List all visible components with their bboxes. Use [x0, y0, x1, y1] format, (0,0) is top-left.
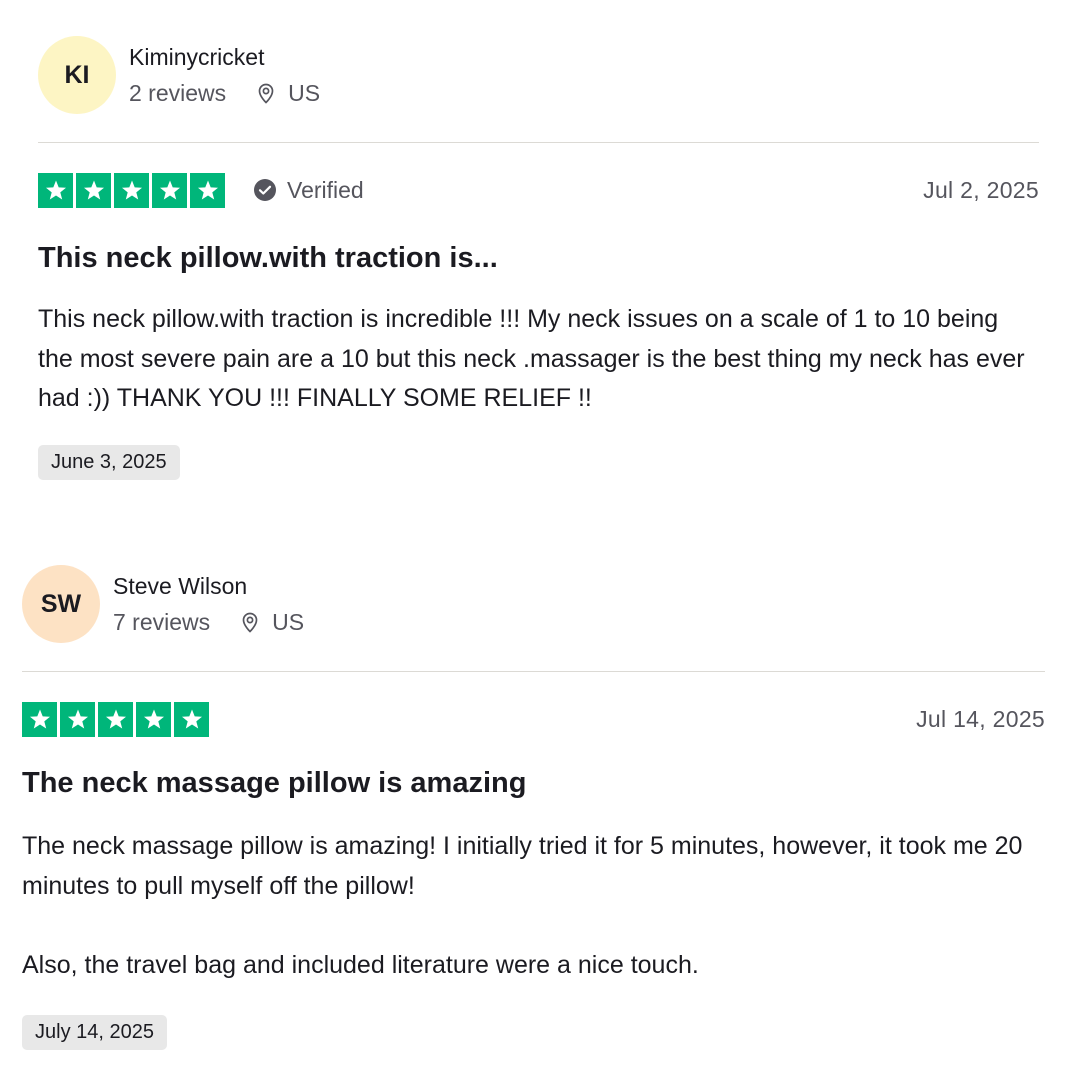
- star-icon: [136, 701, 171, 737]
- reviewer-header[interactable]: SW Steve Wilson 7 reviews US: [22, 565, 1045, 643]
- review-body-paragraph: Also, the travel bag and included litera…: [22, 950, 699, 979]
- reviewer-meta: 7 reviews US: [113, 608, 304, 636]
- avatar[interactable]: KI: [38, 36, 116, 114]
- reviewer-meta: 2 reviews US: [129, 79, 320, 107]
- location-label: US: [288, 80, 321, 106]
- review-body-paragraph: The neck massage pillow is amazing! I in…: [22, 832, 1023, 900]
- divider: [38, 142, 1039, 143]
- review-body-paragraph: This neck pillow.with traction is incred…: [38, 305, 1025, 412]
- star-rating: [38, 172, 225, 208]
- star-icon: [190, 172, 225, 208]
- review-date: Jul 14, 2025: [916, 705, 1045, 732]
- location: US: [254, 79, 320, 107]
- avatar-initials: SW: [40, 589, 82, 618]
- star-icon: [174, 701, 209, 737]
- review-card: SW Steve Wilson 7 reviews US Jul 14, 202…: [22, 565, 1045, 1050]
- review-title[interactable]: This neck pillow.with traction is...: [38, 240, 1039, 276]
- star-icon: [76, 172, 111, 208]
- avatar[interactable]: SW: [22, 565, 100, 643]
- avatar-initials: KI: [64, 60, 90, 89]
- location-pin-icon: [242, 612, 258, 633]
- verified-badge[interactable]: Verified: [253, 177, 364, 204]
- star-icon: [38, 172, 73, 208]
- rating-row: Verified Jul 2, 2025: [38, 172, 1039, 208]
- star-icon: [114, 172, 149, 208]
- rating-left: [22, 701, 209, 737]
- star-icon: [98, 701, 133, 737]
- review-card: KI Kiminycricket 2 reviews US Verified J…: [38, 36, 1039, 480]
- reviewer-header[interactable]: KI Kiminycricket 2 reviews US: [38, 36, 1039, 114]
- reviewer-info: Steve Wilson 7 reviews US: [113, 572, 304, 636]
- experience-date-badge: July 14, 2025: [22, 1015, 167, 1050]
- location-pin-icon: [258, 83, 274, 104]
- review-title[interactable]: The neck massage pillow is amazing: [22, 765, 1045, 801]
- review-date: Jul 2, 2025: [923, 176, 1039, 203]
- star-rating: [22, 701, 209, 737]
- location-label: US: [272, 609, 305, 635]
- review-body: This neck pillow.with traction is incred…: [38, 300, 1039, 419]
- location: US: [238, 608, 304, 636]
- reviews-count: 2 reviews: [129, 80, 227, 106]
- reviewer-name[interactable]: Kiminycricket: [129, 43, 320, 71]
- review-body: The neck massage pillow is amazing! I in…: [22, 827, 1045, 985]
- reviewer-name[interactable]: Steve Wilson: [113, 572, 304, 600]
- star-icon: [152, 172, 187, 208]
- rating-left: Verified: [38, 172, 364, 208]
- reviews-count: 7 reviews: [113, 609, 211, 635]
- verified-check-icon: [254, 179, 276, 201]
- star-icon: [60, 701, 95, 737]
- verified-label: Verified: [287, 176, 364, 203]
- reviewer-info: Kiminycricket 2 reviews US: [129, 43, 320, 107]
- star-icon: [22, 701, 57, 737]
- divider: [22, 671, 1045, 672]
- experience-date-badge: June 3, 2025: [38, 444, 180, 480]
- rating-row: Jul 14, 2025: [22, 701, 1045, 737]
